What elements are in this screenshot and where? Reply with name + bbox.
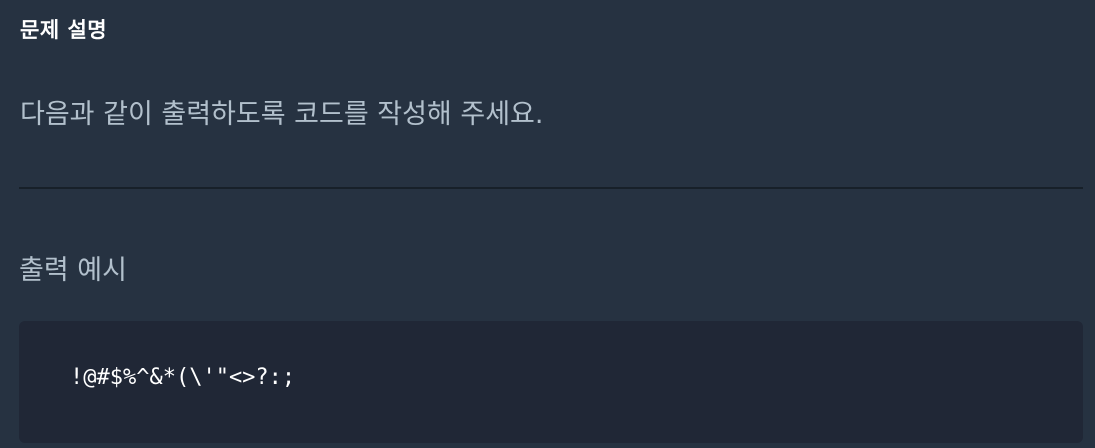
section-heading: 문제 설명 <box>20 18 108 42</box>
problem-description-text: 다음과 같이 출력하도록 코드를 작성해 주세요. <box>20 99 544 130</box>
output-example-heading: 출력 예시 <box>19 255 127 286</box>
output-example-code-text: !@#$%^&*(\'"<>?:; <box>70 365 296 390</box>
problem-description-panel: 문제 설명 다음과 같이 출력하도록 코드를 작성해 주세요. 출력 예시 !@… <box>0 0 1095 448</box>
output-example-code-block: !@#$%^&*(\'"<>?:; <box>19 321 1083 443</box>
divider <box>19 187 1083 189</box>
